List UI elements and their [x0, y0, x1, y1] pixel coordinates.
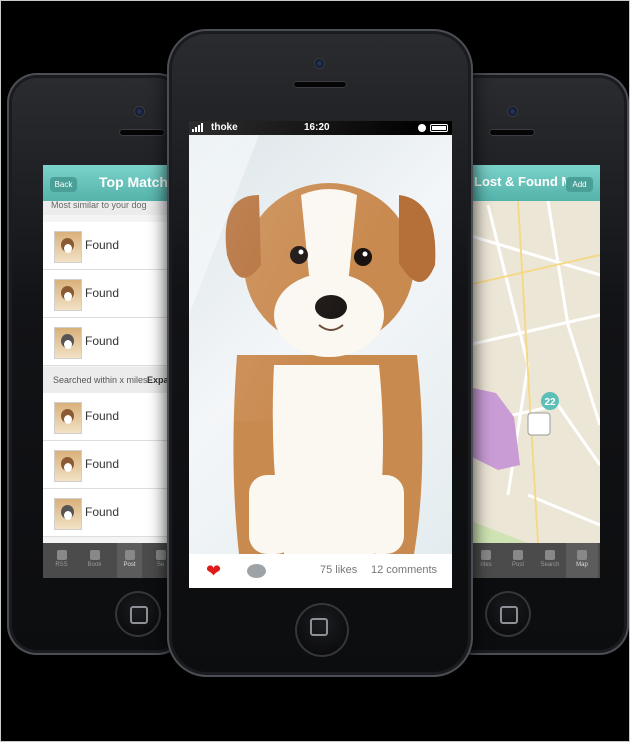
home-button[interactable] [295, 603, 349, 657]
tab-favorites[interactable]: rites [470, 543, 502, 578]
list-item[interactable]: Found [43, 393, 168, 441]
dog-thumbnail [54, 279, 82, 311]
tab-bar: rites Post Search Map [468, 543, 600, 578]
tab-label: rites [480, 562, 492, 568]
paw-icon [513, 550, 523, 560]
item-label: Found [85, 286, 120, 300]
carrier-name: thoke [211, 122, 238, 133]
list-item[interactable]: Found [43, 222, 168, 270]
tab-book[interactable]: Book [82, 543, 107, 578]
front-camera [508, 107, 517, 116]
tab-post[interactable]: Post [117, 543, 142, 578]
dog-thumbnail [54, 498, 82, 530]
page-title: Top Matches [99, 174, 168, 190]
tab-label: RSS [55, 562, 68, 568]
add-button[interactable]: Add [566, 177, 593, 192]
expand-button[interactable]: Expa [147, 367, 168, 393]
speaker-grille [293, 81, 347, 88]
rss-icon [56, 550, 67, 560]
paw-icon [124, 550, 135, 560]
list-item[interactable]: Found [43, 318, 168, 366]
speaker-grille [489, 129, 535, 136]
subtitle: Most similar to your dog [43, 201, 168, 215]
tab-label: Se [156, 562, 165, 568]
search-icon [545, 550, 555, 560]
tab-search[interactable]: Search [534, 543, 566, 578]
tab-label: Post [123, 562, 136, 568]
tab-label: Map [576, 562, 588, 568]
dog-thumbnail [54, 402, 82, 434]
puppy-photo[interactable] [189, 135, 452, 554]
left-screen: Back Top Matches Most similar to your do… [43, 165, 168, 578]
tab-label: Search [540, 562, 560, 568]
dog-thumbnail [54, 327, 82, 359]
item-label: Found [85, 238, 120, 252]
map-view[interactable]: 22 [468, 165, 600, 578]
item-label: Found [85, 505, 120, 519]
home-button[interactable] [115, 591, 161, 637]
section-header: Searched within x miles Expa [43, 367, 168, 393]
alarm-icon [418, 124, 426, 132]
likes-count[interactable]: 75 likes [320, 564, 357, 576]
comment-icon[interactable] [247, 564, 266, 578]
puppy-illustration [189, 135, 436, 554]
nav-bar: Lost & Found Map Add [468, 165, 600, 201]
center-screen: thoke 16:20 ❤ 75 likes 12 comments [189, 121, 452, 588]
heart-icon[interactable]: ❤ [206, 562, 221, 580]
list-item[interactable]: Found [43, 489, 168, 537]
home-button[interactable] [485, 591, 531, 637]
list-item[interactable]: Found [43, 441, 168, 489]
item-label: Found [85, 409, 120, 423]
tab-search[interactable]: Se [148, 543, 168, 578]
action-bar: ❤ 75 likes 12 comments [189, 554, 452, 588]
tab-label: Post [511, 562, 524, 568]
showcase-stage: Back Top Matches Most similar to your do… [0, 0, 630, 742]
map-pin-icon [577, 550, 587, 560]
search-icon [155, 550, 166, 560]
item-label: Found [85, 457, 120, 471]
right-screen: 22 Lost & Found Map Add rites Post Searc… [468, 165, 600, 578]
pin-count: 22 [544, 397, 556, 408]
star-icon [481, 550, 491, 560]
item-label: Found [85, 334, 120, 348]
status-bar: thoke 16:20 [189, 121, 452, 135]
list-item[interactable]: Found [43, 270, 168, 318]
status-time: 16:20 [304, 122, 330, 133]
dog-thumbnail [54, 231, 82, 263]
comments-count[interactable]: 12 comments [371, 564, 437, 576]
tab-rss[interactable]: RSS [49, 543, 74, 578]
tab-label: Book [87, 562, 102, 568]
nav-bar: Back Top Matches [43, 165, 168, 201]
tab-post[interactable]: Post [502, 543, 534, 578]
book-icon [89, 550, 100, 560]
front-camera [135, 107, 144, 116]
section-label: Searched within x miles [53, 375, 148, 385]
dog-thumbnail [54, 450, 82, 482]
front-camera [315, 59, 324, 68]
speaker-grille [119, 129, 165, 136]
battery-icon [430, 124, 448, 132]
tab-bar: RSS Book Post Se [43, 543, 168, 578]
tab-map[interactable]: Map [566, 543, 598, 578]
back-button[interactable]: Back [50, 177, 77, 192]
signal-icon [192, 123, 208, 135]
